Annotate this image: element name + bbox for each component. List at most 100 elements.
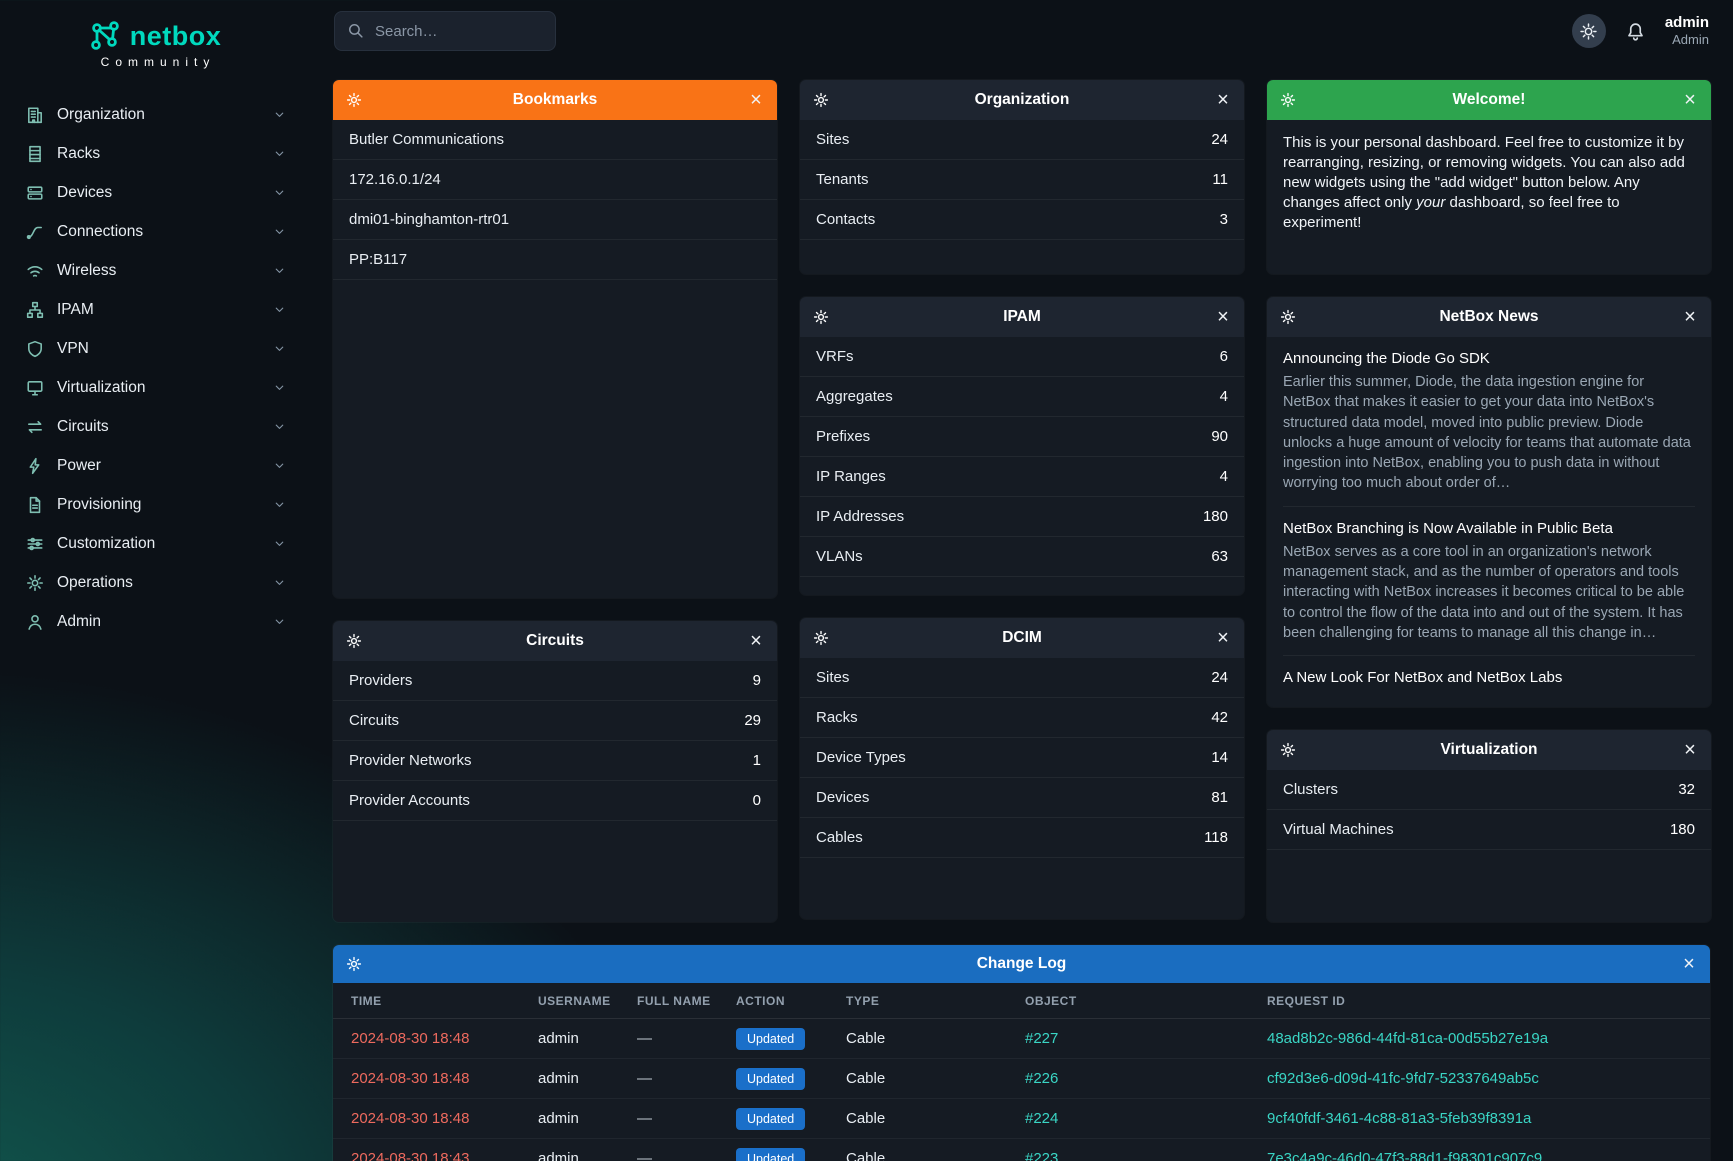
changelog-time-link[interactable]: 2024-08-30 18:43: [351, 1150, 538, 1161]
sidebar-item-operations[interactable]: Operations: [0, 563, 310, 602]
news-item-title[interactable]: A New Look For NetBox and NetBox Labs: [1283, 669, 1695, 686]
changelog-full-name: —: [637, 1030, 736, 1047]
stat-label[interactable]: Circuits: [349, 712, 399, 729]
notifications-button[interactable]: [1626, 22, 1645, 41]
changelog-object-link[interactable]: #227: [1025, 1030, 1267, 1047]
changelog-time-link[interactable]: 2024-08-30 18:48: [351, 1110, 538, 1127]
bookmark-item[interactable]: 172.16.0.1/24: [333, 160, 777, 200]
stat-label[interactable]: VRFs: [816, 348, 854, 365]
cable-icon: [26, 223, 44, 241]
close-icon[interactable]: ×: [748, 92, 764, 108]
sidebar-item-organization[interactable]: Organization: [0, 95, 310, 134]
sidebar-item-racks[interactable]: Racks: [0, 134, 310, 173]
close-icon[interactable]: ×: [748, 633, 764, 649]
sidebar-item-admin[interactable]: Admin: [0, 602, 310, 641]
stat-label[interactable]: Cables: [816, 829, 863, 846]
stat-label[interactable]: IP Ranges: [816, 468, 886, 485]
news-item-body: Earlier this summer, Diode, the data ing…: [1283, 372, 1695, 494]
sidebar-item-label: VPN: [57, 340, 260, 358]
stat-label[interactable]: Device Types: [816, 749, 906, 766]
stat-row: Device Types14: [800, 738, 1244, 778]
changelog-object-link[interactable]: #226: [1025, 1070, 1267, 1087]
stat-value: 180: [1203, 508, 1228, 525]
stat-row: Sites24: [800, 120, 1244, 160]
widget-header: Virtualization ×: [1267, 730, 1711, 770]
sidebar-item-customization[interactable]: Customization: [0, 524, 310, 563]
stat-label[interactable]: Providers: [349, 672, 412, 689]
widget-header: Organization ×: [800, 80, 1244, 120]
close-icon[interactable]: ×: [1682, 742, 1698, 758]
brand-row[interactable]: netbox: [89, 20, 222, 52]
changelog-time-link[interactable]: 2024-08-30 18:48: [351, 1030, 538, 1047]
stat-row: Circuits29: [333, 701, 777, 741]
brand-name: netbox: [130, 21, 222, 52]
changelog-action: Updated: [736, 1028, 846, 1050]
changelog-request-link[interactable]: 9cf40fdf-3461-4c88-81a3-5feb39f8391a: [1267, 1110, 1692, 1127]
widget-header: Welcome! ×: [1267, 80, 1711, 120]
bookmark-item[interactable]: PP:B117: [333, 240, 777, 280]
sidebar-item-connections[interactable]: Connections: [0, 212, 310, 251]
changelog-row: 2024-08-30 18:48admin—UpdatedCable#226cf…: [333, 1059, 1710, 1099]
bookmark-item[interactable]: dmi01-binghamton-rtr01: [333, 200, 777, 240]
close-icon[interactable]: ×: [1215, 630, 1231, 646]
sidebar-item-virtualization[interactable]: Virtualization: [0, 368, 310, 407]
stat-label[interactable]: Contacts: [816, 211, 875, 228]
theme-toggle-button[interactable]: [1572, 14, 1606, 48]
gear-icon[interactable]: [813, 92, 829, 108]
changelog-request-link[interactable]: cf92d3e6-d09d-41fc-9fd7-52337649ab5c: [1267, 1070, 1692, 1087]
gear-icon[interactable]: [1280, 742, 1296, 758]
sidebar-item-circuits[interactable]: Circuits: [0, 407, 310, 446]
news-item-title[interactable]: Announcing the Diode Go SDK: [1283, 350, 1695, 367]
close-icon[interactable]: ×: [1215, 92, 1231, 108]
stat-label[interactable]: IP Addresses: [816, 508, 904, 525]
stat-label[interactable]: Provider Networks: [349, 752, 472, 769]
news-item: A New Look For NetBox and NetBox Labs: [1283, 656, 1695, 703]
sidebar-item-label: Virtualization: [57, 379, 260, 397]
changelog-request-link[interactable]: 7e3c4a9c-46d0-47f3-88d1-f98301c907c9: [1267, 1150, 1692, 1161]
gear-icon[interactable]: [346, 633, 362, 649]
sidebar-item-power[interactable]: Power: [0, 446, 310, 485]
news-item-title[interactable]: NetBox Branching is Now Available in Pub…: [1283, 520, 1695, 537]
server-icon: [26, 184, 44, 202]
stat-label[interactable]: Racks: [816, 709, 858, 726]
sidebar-item-ipam[interactable]: IPAM: [0, 290, 310, 329]
stat-label[interactable]: Clusters: [1283, 781, 1338, 798]
stat-label[interactable]: Tenants: [816, 171, 869, 188]
stat-label[interactable]: Aggregates: [816, 388, 893, 405]
bookmark-item[interactable]: Butler Communications: [333, 120, 777, 160]
sidebar-item-wireless[interactable]: Wireless: [0, 251, 310, 290]
user-name: admin: [1665, 14, 1709, 32]
changelog-object-link[interactable]: #223: [1025, 1150, 1267, 1161]
stat-row: Tenants11: [800, 160, 1244, 200]
sidebar-item-label: Customization: [57, 535, 260, 553]
stat-label[interactable]: Virtual Machines: [1283, 821, 1394, 838]
gear-icon[interactable]: [813, 630, 829, 646]
gear-icon[interactable]: [1280, 309, 1296, 325]
stat-label[interactable]: Sites: [816, 669, 849, 686]
gear-icon[interactable]: [346, 92, 362, 108]
close-icon[interactable]: ×: [1215, 309, 1231, 325]
changelog-object-link[interactable]: #224: [1025, 1110, 1267, 1127]
stat-label[interactable]: Devices: [816, 789, 869, 806]
gear-icon[interactable]: [346, 956, 362, 972]
stat-label[interactable]: Sites: [816, 131, 849, 148]
user-menu[interactable]: admin Admin: [1665, 14, 1709, 48]
gear-icon[interactable]: [1280, 92, 1296, 108]
close-icon[interactable]: ×: [1682, 309, 1698, 325]
changelog-time-link[interactable]: 2024-08-30 18:48: [351, 1070, 538, 1087]
changelog-request-link[interactable]: 48ad8b2c-986d-44fd-81ca-00d55b27e19a: [1267, 1030, 1692, 1047]
brand-subtitle: Community: [95, 55, 216, 69]
gear-icon[interactable]: [813, 309, 829, 325]
stat-label[interactable]: Prefixes: [816, 428, 870, 445]
close-icon[interactable]: ×: [1681, 956, 1697, 972]
sidebar-item-devices[interactable]: Devices: [0, 173, 310, 212]
column-header-time: TIME: [351, 994, 538, 1008]
sidebar-item-vpn[interactable]: VPN: [0, 329, 310, 368]
widget-welcome: Welcome! × This is your personal dashboa…: [1267, 80, 1711, 274]
sidebar-item-provisioning[interactable]: Provisioning: [0, 485, 310, 524]
stat-label[interactable]: Provider Accounts: [349, 792, 470, 809]
stat-row: Virtual Machines180: [1267, 810, 1711, 850]
close-icon[interactable]: ×: [1682, 92, 1698, 108]
stat-label[interactable]: VLANs: [816, 548, 863, 565]
search-input[interactable]: [334, 11, 556, 51]
